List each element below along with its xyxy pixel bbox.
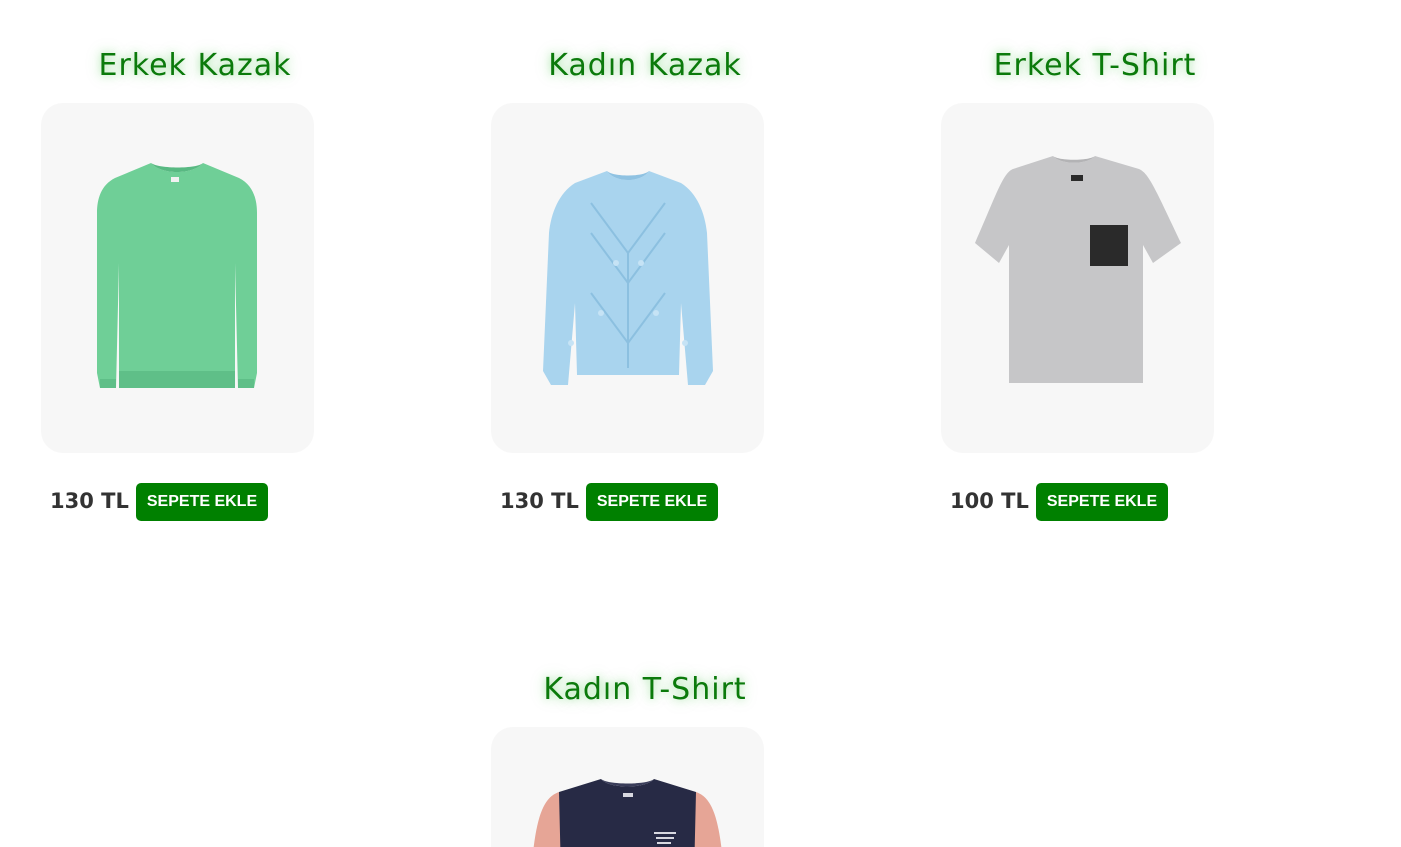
product-image-grey-tshirt[interactable] — [941, 103, 1214, 453]
product-image-green-sweater[interactable] — [41, 103, 314, 453]
grey-tshirt-image — [975, 156, 1181, 383]
product-image-navy-pink-tshirt[interactable] — [491, 727, 764, 847]
product-image-blue-sweater[interactable] — [491, 103, 764, 453]
blue-sweater-image — [543, 171, 713, 385]
product-title: Kadın Kazak — [548, 48, 742, 83]
product-price: 130 TL — [500, 489, 579, 513]
product-title: Erkek Kazak — [98, 48, 292, 83]
product-title: Kadın T-Shirt — [543, 672, 747, 707]
product-title: Erkek T-Shirt — [993, 48, 1197, 83]
add-to-cart-button[interactable]: SEPETE EKLE — [1036, 483, 1168, 521]
green-sweater-image — [97, 163, 257, 388]
product-price: 100 TL — [950, 489, 1029, 513]
add-to-cart-button[interactable]: SEPETE EKLE — [136, 483, 268, 521]
product-price: 130 TL — [50, 489, 129, 513]
add-to-cart-button[interactable]: SEPETE EKLE — [586, 483, 718, 521]
navy-pink-tshirt-image — [533, 779, 722, 847]
product-grid: Erkek Kazak 130 TL SEPETE EKLE Kadın Kaz… — [0, 0, 1401, 847]
